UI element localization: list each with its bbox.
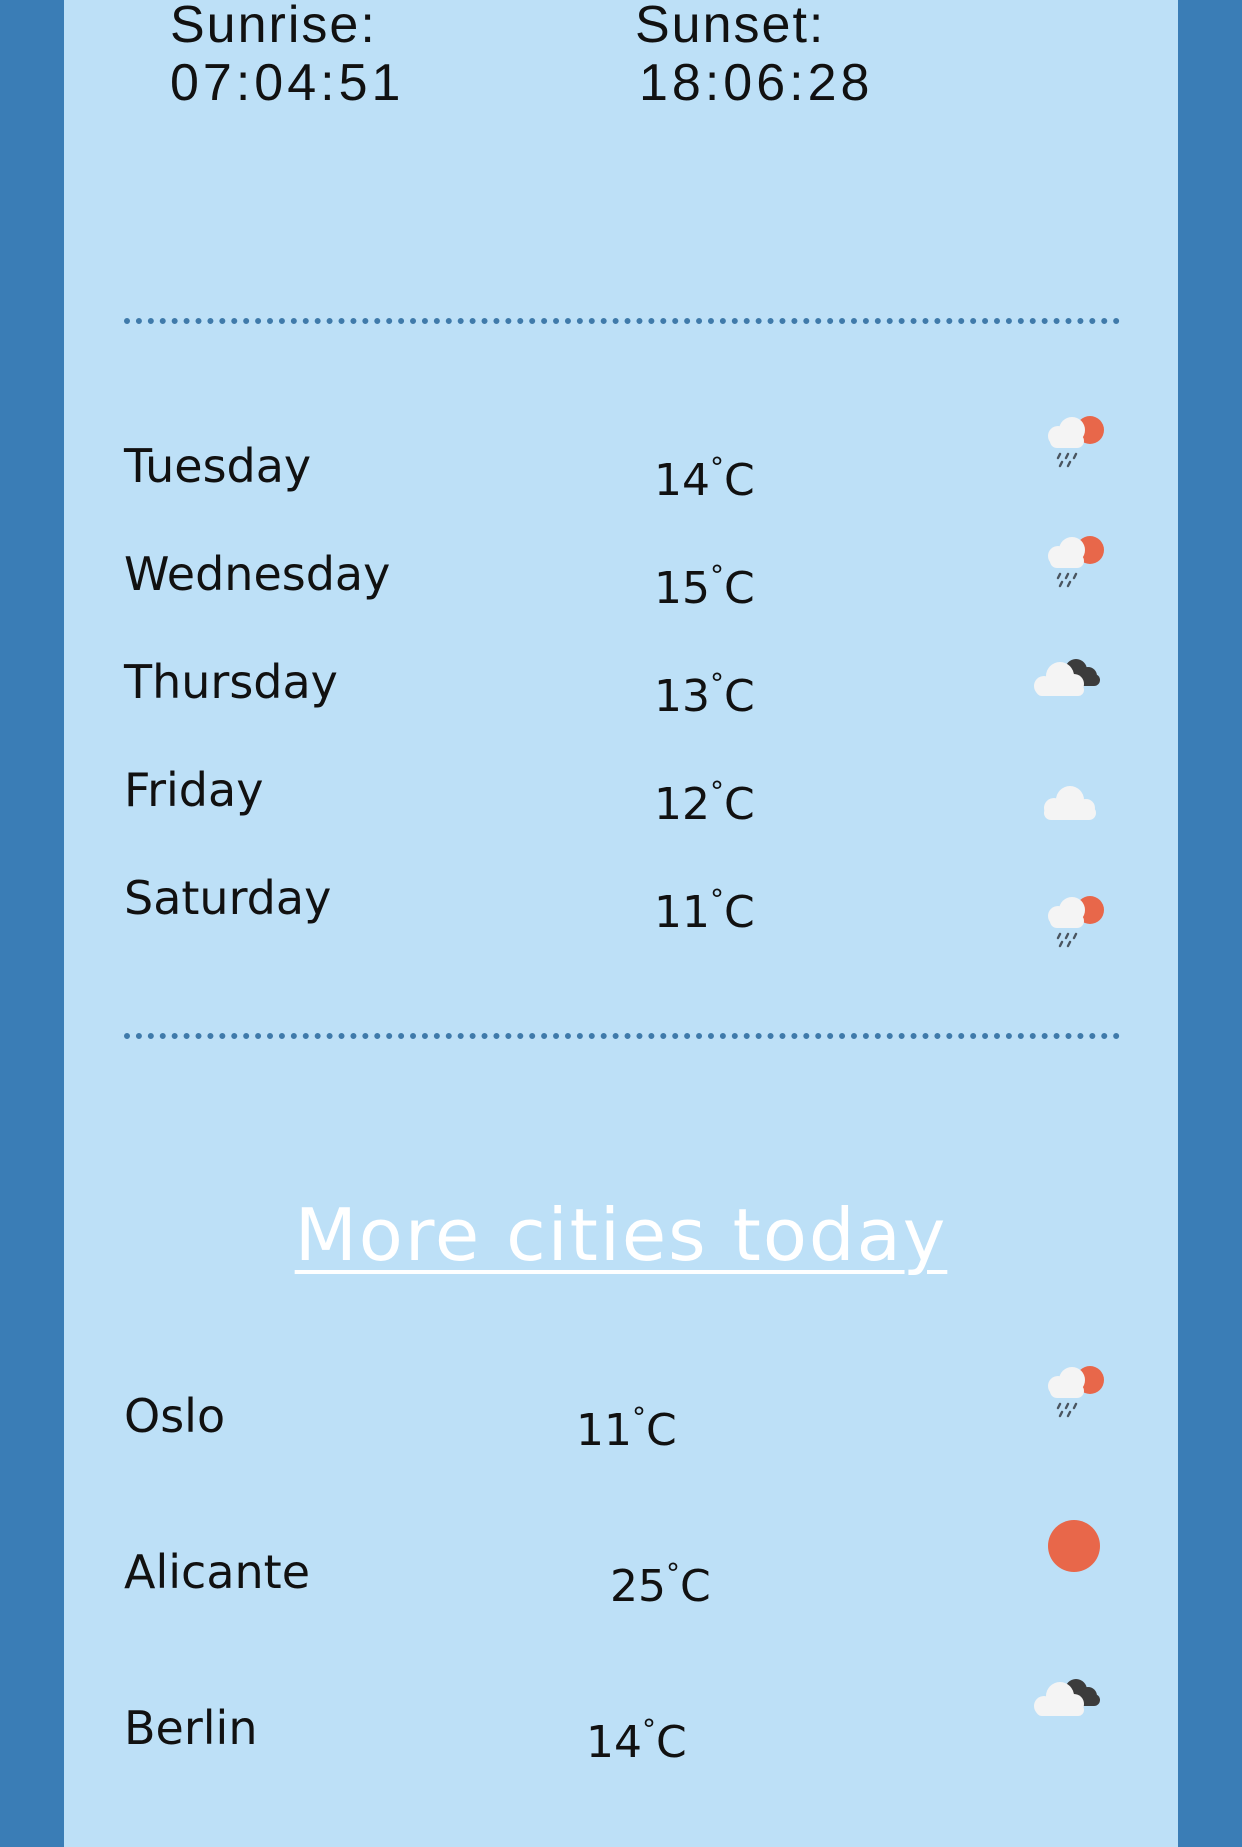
rain-sun-icon	[1034, 888, 1114, 958]
sunrise-time: 07:04:51	[170, 54, 405, 112]
degree-symbol: °	[710, 775, 724, 808]
sunrise-label: Sunrise:	[170, 0, 377, 54]
temp-unit: C	[646, 1405, 677, 1456]
temp-value: 25	[610, 1561, 666, 1612]
temp-unit: C	[724, 671, 755, 722]
temp-unit: C	[724, 563, 755, 614]
temp-value: 12	[654, 779, 710, 830]
forecast-day: Saturday	[124, 871, 332, 925]
more-cities-link[interactable]: More cities today	[64, 1192, 1178, 1278]
degree-symbol: °	[642, 1713, 656, 1746]
rain-sun-icon	[1034, 1358, 1114, 1428]
degree-symbol: °	[710, 559, 724, 592]
temp-unit: C	[724, 455, 755, 506]
forecast-temp: 13°C	[654, 656, 755, 725]
degree-symbol: °	[710, 883, 724, 916]
city-temp: 14°C	[586, 1702, 687, 1771]
degree-symbol: °	[710, 451, 724, 484]
forecast-temp: 15°C	[654, 548, 755, 617]
sunset-time: 18:06:28	[639, 54, 874, 112]
divider-bottom	[124, 1033, 1120, 1039]
temp-value: 13	[654, 671, 710, 722]
temp-unit: C	[656, 1717, 687, 1768]
forecast-day: Friday	[124, 763, 264, 817]
forecast-day: Tuesday	[124, 439, 312, 493]
city-temp: 11°C	[576, 1390, 677, 1459]
temp-value: 11	[654, 887, 710, 938]
temp-value: 14	[654, 455, 710, 506]
temp-unit: C	[724, 887, 755, 938]
forecast-day: Wednesday	[124, 547, 391, 601]
temp-unit: C	[680, 1561, 711, 1612]
sunset-label: Sunset:	[635, 0, 826, 54]
rain-sun-icon	[1034, 408, 1114, 478]
weather-panel: Sunrise: 07:04:51 Sunset: 18:06:28 Tuesd…	[64, 0, 1178, 1847]
forecast-temp: 12°C	[654, 764, 755, 833]
temp-value: 11	[576, 1405, 632, 1456]
forecast-temp: 11°C	[654, 872, 755, 941]
city-temp: 25°C	[610, 1546, 711, 1615]
forecast-day: Thursday	[124, 655, 338, 709]
city-name: Oslo	[124, 1389, 226, 1443]
city-name: Alicante	[124, 1545, 310, 1599]
degree-symbol: °	[710, 667, 724, 700]
divider-top	[124, 318, 1120, 324]
city-name: Berlin	[124, 1701, 258, 1755]
rain-sun-icon	[1034, 528, 1114, 598]
temp-value: 14	[586, 1717, 642, 1768]
degree-symbol: °	[632, 1401, 646, 1434]
dark-cloud-icon	[1026, 646, 1106, 716]
temp-value: 15	[654, 563, 710, 614]
temp-unit: C	[724, 779, 755, 830]
degree-symbol: °	[666, 1557, 680, 1590]
cloud-icon	[1030, 768, 1110, 838]
forecast-temp: 14°C	[654, 440, 755, 509]
dark-cloud-icon	[1026, 1666, 1106, 1736]
sun-icon	[1034, 1512, 1114, 1582]
